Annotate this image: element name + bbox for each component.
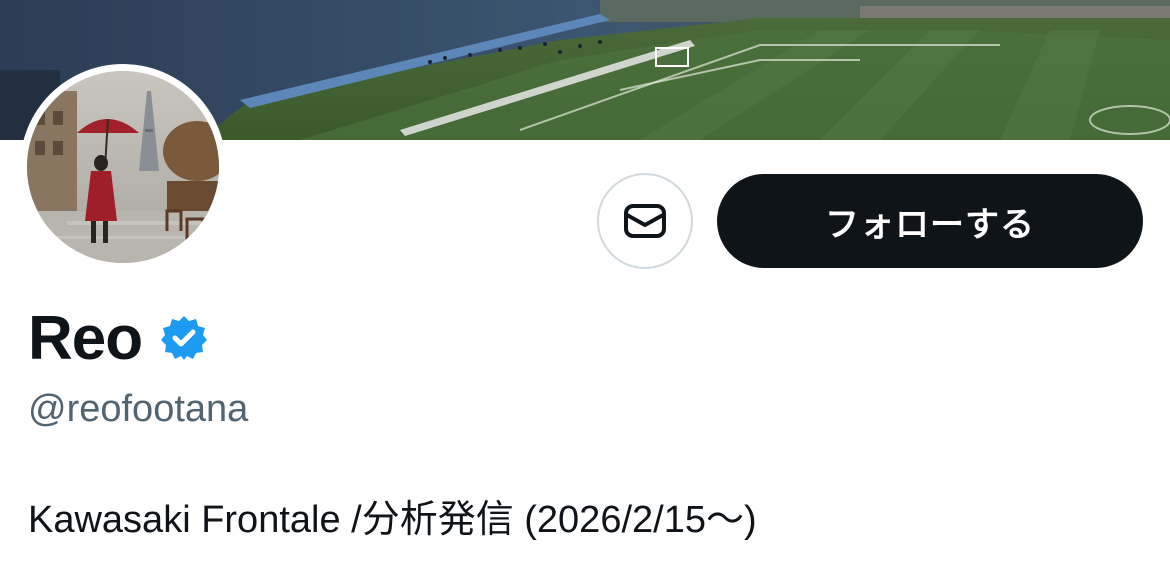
envelope-icon: [624, 204, 666, 238]
name-row: Reo: [28, 302, 208, 374]
verified-badge-icon[interactable]: [160, 314, 208, 362]
avatar[interactable]: [20, 64, 226, 270]
follow-button[interactable]: フォローする: [717, 174, 1143, 268]
profile-bio: Kawasaki Frontale /分析発信 (2026/2/15～): [28, 499, 757, 541]
profile-header: フォローする Reo @reofootana Kawasaki Frontale…: [0, 0, 1170, 570]
umbrella-painting-illustration: [27, 71, 219, 263]
avatar-image: [27, 71, 219, 263]
user-handle: @reofootana: [28, 388, 249, 430]
follow-button-label: フォローする: [825, 205, 1035, 244]
message-button[interactable]: [597, 173, 693, 269]
display-name: Reo: [28, 303, 143, 373]
